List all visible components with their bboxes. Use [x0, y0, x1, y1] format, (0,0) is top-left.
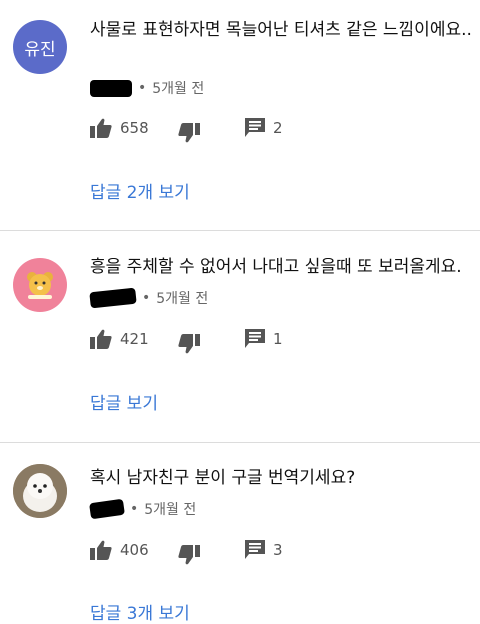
dot-separator: • — [138, 80, 147, 96]
like-button[interactable]: 406 — [90, 540, 149, 560]
like-count: 406 — [120, 541, 149, 559]
like-count: 658 — [120, 119, 149, 137]
reply-count: 1 — [273, 330, 283, 348]
thumbs-down-icon — [178, 545, 200, 565]
comment-icon — [245, 540, 265, 560]
like-count: 421 — [120, 330, 149, 348]
comment-text: 흥을 주체할 수 없어서 나대고 싶을때 또 보러올게요. — [90, 257, 462, 277]
avatar[interactable] — [13, 464, 67, 518]
view-replies-link[interactable]: 답글 3개 보기 — [90, 599, 190, 624]
comment-actions: 421 1 — [90, 329, 470, 355]
avatar[interactable] — [13, 258, 67, 312]
thumbs-up-icon — [90, 329, 112, 349]
thumbs-down-icon — [178, 334, 200, 354]
reply-count-button[interactable]: 2 — [245, 118, 283, 138]
dislike-button[interactable] — [178, 545, 200, 565]
like-button[interactable]: 658 — [90, 118, 149, 138]
comment-actions: 406 3 — [90, 540, 470, 566]
comment-meta: • 5개월 전 — [89, 287, 209, 309]
avatar-initials: 유진 — [24, 39, 56, 60]
comment-3: 혹시 남자친구 분이 구글 번역기세요? • 5개월 전 406 3 답글 3개… — [0, 443, 480, 624]
comment-actions: 658 2 — [90, 118, 470, 144]
thumbs-up-icon — [90, 118, 112, 138]
redacted-username — [90, 79, 132, 97]
redacted-username — [89, 498, 125, 520]
thumbs-up-icon — [90, 540, 112, 560]
reply-count: 2 — [273, 119, 283, 137]
view-replies-link[interactable]: 답글 2개 보기 — [90, 178, 190, 203]
dot-separator: • — [130, 501, 139, 517]
comment-1: 유진 사물로 표현하자면 목늘어난 티셔츠 같은 느낌이에요.. • 5개월 전… — [0, 0, 480, 230]
comment-icon — [245, 118, 265, 138]
comment-2: 흥을 주체할 수 없어서 나대고 싶을때 또 보러올게요. • 5개월 전 42… — [0, 231, 480, 442]
avatar[interactable]: 유진 — [13, 20, 67, 74]
comment-text: 혹시 남자친구 분이 구글 번역기세요? — [90, 468, 356, 488]
comment-text: 사물로 표현하자면 목늘어난 티셔츠 같은 느낌이에요.. — [90, 20, 472, 40]
like-button[interactable]: 421 — [90, 329, 149, 349]
reply-count-button[interactable]: 1 — [245, 329, 283, 349]
comment-icon — [245, 329, 265, 349]
comment-meta: • 5개월 전 — [89, 498, 197, 520]
redacted-username — [89, 287, 137, 309]
puppy-photo-icon — [13, 464, 67, 518]
reply-count-button[interactable]: 3 — [245, 540, 283, 560]
reply-count: 3 — [273, 541, 283, 559]
comment-time: 5개월 전 — [156, 291, 209, 307]
view-replies-link[interactable]: 답글 보기 — [90, 389, 158, 414]
comment-meta: • 5개월 전 — [90, 78, 204, 98]
dislike-button[interactable] — [178, 123, 200, 143]
thumbs-down-icon — [178, 123, 200, 143]
comment-time: 5개월 전 — [152, 81, 205, 97]
dot-separator: • — [142, 290, 151, 306]
bear-sticker-icon — [27, 272, 53, 299]
dislike-button[interactable] — [178, 334, 200, 354]
comment-time: 5개월 전 — [144, 502, 197, 518]
